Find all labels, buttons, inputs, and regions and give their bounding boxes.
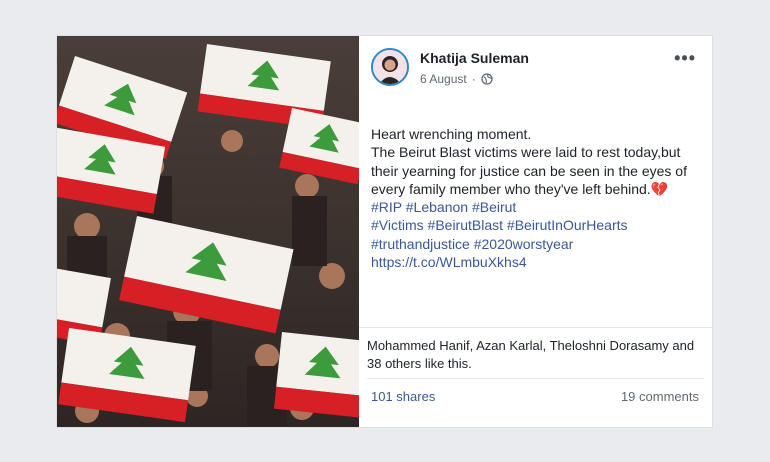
post-link[interactable]: https://t.co/WLmbuXkhs4 <box>371 253 701 271</box>
broken-heart-icon: 💔 <box>650 180 669 197</box>
comments-count[interactable]: 19 comments <box>621 389 699 404</box>
post-date[interactable]: 6 August <box>420 72 467 86</box>
more-options-icon[interactable]: ••• <box>674 48 696 69</box>
hashtag-line[interactable]: #truthandjustice #2020worstyear <box>371 235 701 253</box>
post-text-line: their yearning for justice can be seen i… <box>371 162 687 179</box>
avatar[interactable] <box>371 48 409 86</box>
shares-count[interactable]: 101 shares <box>371 389 435 404</box>
profile-picture-icon <box>373 50 407 84</box>
author-name[interactable]: Khatija Suleman <box>420 50 529 66</box>
funeral-photo-illustration <box>57 36 359 427</box>
post-photo[interactable] <box>57 36 359 427</box>
post-meta: 6 August · <box>420 72 493 86</box>
post-text-line: Heart wrenching moment. <box>371 126 532 142</box>
divider <box>367 378 704 379</box>
hashtag-line[interactable]: #RIP #Lebanon #Beirut <box>371 198 701 216</box>
post-text: Heart wrenching moment. The Beirut Blast… <box>371 125 701 271</box>
post-text-line: every family member who they've left beh… <box>371 180 701 198</box>
post-content: Khatija Suleman 6 August · ••• Heart wre… <box>359 36 712 427</box>
divider <box>359 327 712 328</box>
likes-summary[interactable]: Mohammed Hanif, Azan Karlal, Theloshni D… <box>367 337 704 373</box>
globe-icon <box>481 73 493 85</box>
post-card: Khatija Suleman 6 August · ••• Heart wre… <box>57 36 712 427</box>
post-text-segment: every family member who they've left beh… <box>371 180 651 197</box>
meta-separator: · <box>471 72 476 86</box>
post-text-line: The Beirut Blast victims were laid to re… <box>371 144 681 161</box>
hashtag-line[interactable]: #Victims #BeirutBlast #BeirutInOurHearts <box>371 216 701 234</box>
